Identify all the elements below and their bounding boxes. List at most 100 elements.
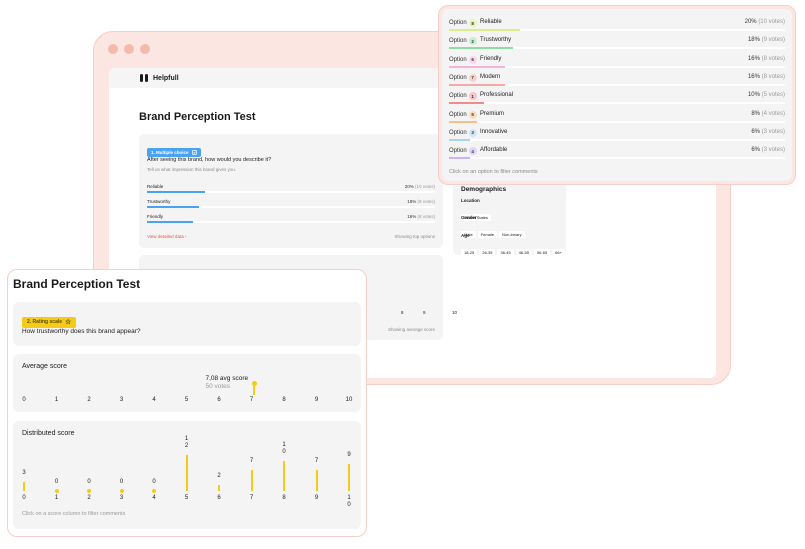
- option-prefix: Option 8: [449, 19, 477, 27]
- average-score-scale: 0 1 2 3 4 5 6 7 8 9 10 7,08 avg score 50 votes: [13, 354, 361, 412]
- option-row[interactable]: Option 7 Modern 16% (8 votes): [449, 71, 785, 89]
- option-bar: [449, 120, 478, 123]
- score-dot: [54, 489, 59, 493]
- score-tick-label: 8: [282, 495, 286, 501]
- option-name: Premium: [480, 110, 505, 117]
- score-count-label: 0: [87, 479, 91, 485]
- window-dot[interactable]: [108, 44, 118, 54]
- score-bar: [315, 470, 318, 491]
- option-number-badge: 6: [468, 55, 477, 64]
- age-chip[interactable]: 46-55: [515, 249, 532, 256]
- option-name: Reliable: [480, 19, 502, 25]
- page-title: Brand Perception Test: [13, 277, 141, 291]
- gender-chip[interactable]: Non-binary: [499, 231, 525, 238]
- option-row[interactable]: Option 8 Reliable 20% (10 votes): [449, 16, 785, 34]
- option-number-badge: 1: [468, 92, 477, 101]
- scale-tick-label: 2: [87, 397, 91, 403]
- option-bar: [449, 65, 506, 68]
- age-chip[interactable]: 26-35: [479, 249, 496, 256]
- scale-tick-label: 8: [282, 397, 286, 403]
- score-count-label: 12: [184, 436, 189, 449]
- age-chip[interactable]: 66+: [552, 249, 565, 256]
- option-number-badge: 7: [468, 73, 477, 82]
- score-dot: [87, 489, 91, 493]
- card-status: Showing average score: [387, 327, 435, 332]
- window-dot[interactable]: [124, 44, 134, 54]
- option-track: [449, 102, 785, 105]
- score-count-label: 0: [54, 479, 59, 485]
- score-bar: [185, 455, 188, 491]
- logo-text: Helpfull: [153, 74, 179, 82]
- option-name: Friendly: [480, 55, 502, 62]
- option-row[interactable]: Option 4 Affordable 6% (3 votes): [449, 144, 785, 162]
- card-status: Showing top options: [394, 234, 435, 239]
- score-count-label: 0: [152, 479, 156, 485]
- age-chip[interactable]: 18-25: [461, 249, 478, 256]
- score-count-label: 2: [217, 473, 221, 479]
- badge-label: 2. Rating scale: [27, 319, 63, 325]
- answer-bar: [147, 221, 194, 223]
- answer-percentage: 18% (9 votes): [407, 199, 435, 204]
- scale-tick-label: 6: [217, 397, 221, 403]
- option-number-badge: 2: [468, 37, 477, 46]
- location-label: Location: [461, 198, 480, 203]
- question-card-multiple-choice[interactable]: 1. Multiple choice After seeing this bra…: [139, 134, 443, 248]
- answer-percentage: 16% (8 votes): [407, 214, 435, 219]
- score-tick-label: 6: [217, 495, 221, 501]
- score-tick-label: 9: [314, 495, 319, 501]
- option-row[interactable]: Option 5 Premium 8% (4 votes): [449, 108, 785, 126]
- score-dot: [119, 489, 124, 493]
- option-prefix: Option 7: [449, 73, 477, 82]
- scale-tick: 9: [423, 310, 426, 315]
- option-percentage: 8% (4 votes): [751, 110, 785, 117]
- score-tick-label: 5: [184, 495, 189, 501]
- page-title: Brand Perception Test: [139, 111, 256, 123]
- question-card-rating-scale[interactable]: 2. Rating scale ☆ How trustworthy does t…: [13, 302, 361, 346]
- question-type-badge: 1. Multiple choice: [147, 148, 201, 157]
- option-row[interactable]: Option 3 Innovative 6% (3 votes): [449, 126, 785, 144]
- distributed-score-card: Distributed score 3001020304125267710879…: [13, 421, 361, 529]
- score-tick-label: 4: [152, 495, 156, 501]
- scale-tick-label: 7: [249, 397, 254, 403]
- score-bar: [23, 482, 25, 491]
- answer-bar: [147, 206, 199, 208]
- option-number-badge: 8: [468, 19, 477, 27]
- view-detailed-data-link[interactable]: View detailed data ›: [147, 234, 186, 239]
- avg-score-label: 7,08 avg score 50 votes: [205, 375, 248, 391]
- scale-tick-label: 0: [22, 397, 26, 403]
- question-type-badge: 2. Rating scale ☆: [22, 316, 77, 328]
- window-controls: [108, 44, 150, 54]
- option-row[interactable]: Option 1 Professional 10% (5 votes): [449, 89, 785, 107]
- option-number-badge: 5: [468, 110, 477, 119]
- scale-tick-label: 3: [119, 397, 124, 403]
- chevron-right-icon: ›: [184, 234, 187, 239]
- options-panel: Option 8 Reliable 20% (10 votes) Option 2 Trus…: [438, 5, 796, 185]
- option-row[interactable]: Option 2 Trustworthy 18% (9 votes): [449, 34, 785, 52]
- score-count-label: 10: [282, 442, 286, 455]
- option-prefix: Option 4: [449, 147, 477, 156]
- score-tick-label: 3: [119, 495, 124, 501]
- scale-tick-label: 1: [54, 397, 59, 403]
- avg-score-dot: [251, 381, 257, 386]
- option-name: Affordable: [480, 147, 508, 154]
- window-dot[interactable]: [140, 44, 150, 54]
- filter-hint: Click on a score column to filter commen…: [22, 511, 126, 517]
- gender-label: Gender: [461, 215, 477, 220]
- helpfull-logo-icon: [140, 74, 149, 82]
- age-chip[interactable]: 36-45: [497, 249, 514, 256]
- filter-hint: Click on an option to filter comments: [449, 169, 538, 175]
- gender-chip[interactable]: Female: [477, 231, 498, 238]
- option-row[interactable]: Option 6 Friendly 16% (8 votes): [449, 53, 785, 71]
- option-bar: [449, 83, 506, 86]
- age-chip[interactable]: 56-65: [533, 249, 551, 256]
- score-dot: [152, 489, 156, 493]
- question-subtitle: Tell us what impression this brand gives…: [147, 167, 237, 172]
- score-tick-label: 2: [87, 495, 91, 501]
- answer-bar: [147, 191, 205, 193]
- link-text: View detailed data: [147, 234, 184, 239]
- score-count-label: 0: [119, 479, 124, 485]
- scale-tick-label: 10: [345, 397, 353, 403]
- option-percentage: 6% (3 votes): [751, 128, 785, 135]
- option-name: Professional: [480, 92, 514, 99]
- checkbox-icon: [191, 150, 197, 155]
